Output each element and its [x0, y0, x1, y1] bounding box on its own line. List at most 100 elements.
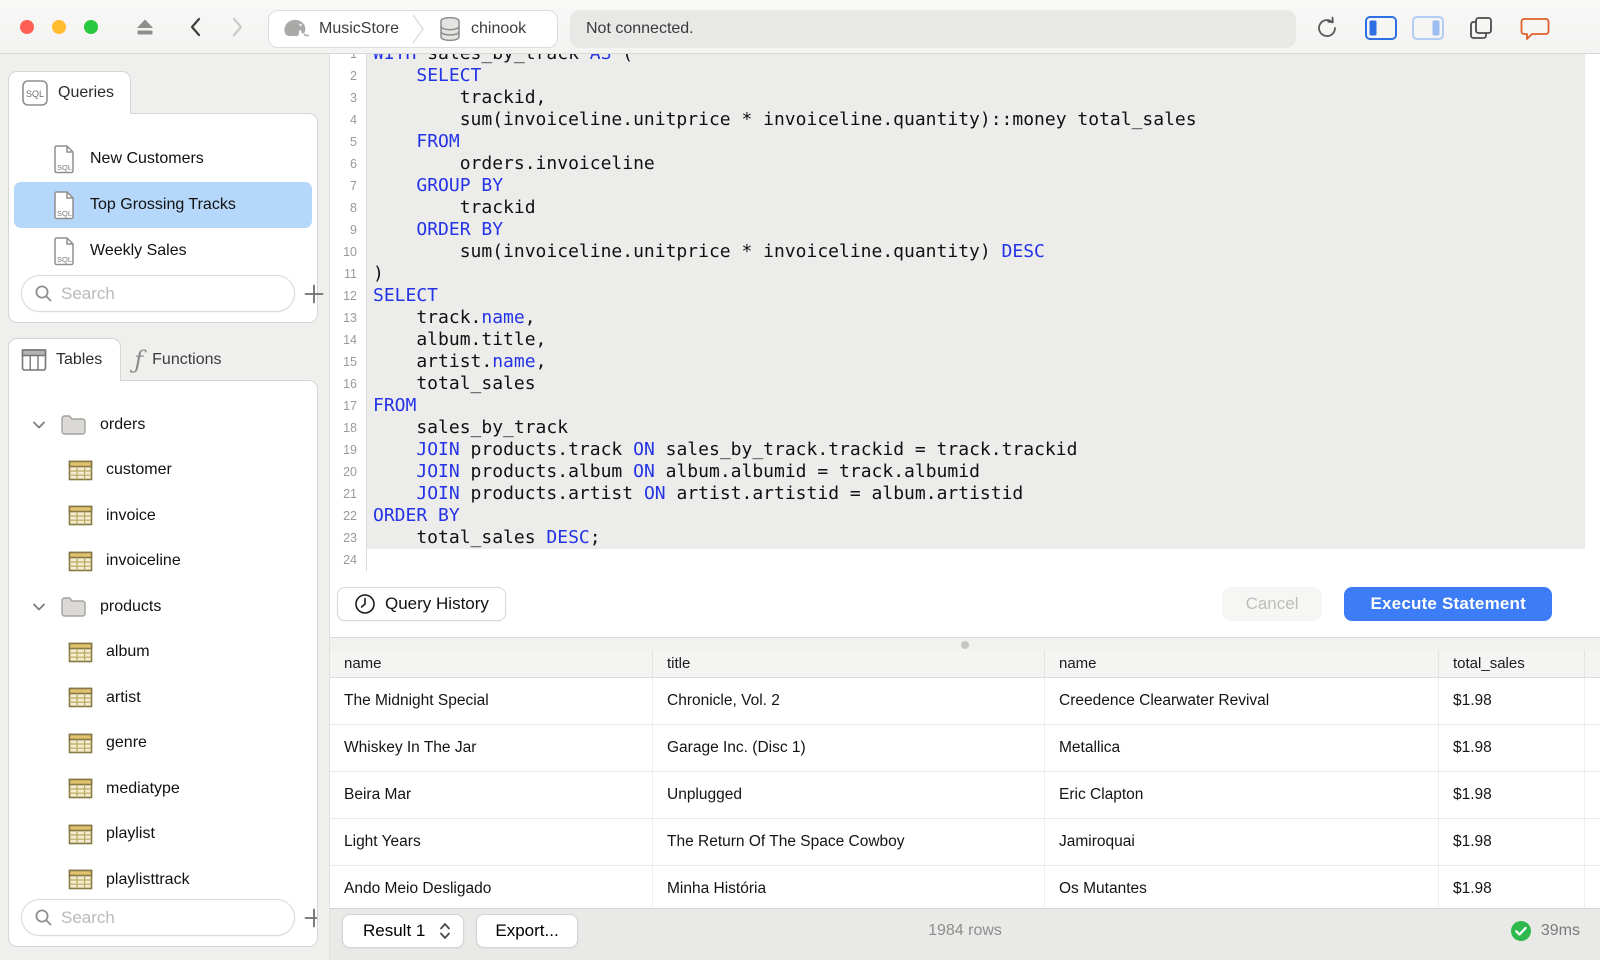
breadcrumb-database-label: chinook [471, 20, 527, 37]
tables-search-field[interactable] [21, 899, 295, 936]
code-line: 24 [330, 549, 1600, 571]
column-header[interactable]: name [330, 650, 653, 677]
table-cell[interactable]: Jamiroquai [1045, 819, 1439, 865]
table-cell[interactable]: Os Mutantes [1045, 866, 1439, 908]
table-cell[interactable]: $1.98 [1439, 772, 1585, 818]
execute-statement-button[interactable]: Execute Statement [1344, 587, 1552, 621]
column-header[interactable]: name [1045, 650, 1439, 677]
query-item[interactable]: SQL New Customers [14, 136, 312, 182]
table-cell[interactable]: Garage Inc. (Disc 1) [653, 725, 1045, 771]
tab-functions[interactable]: ƒ Functions [121, 338, 240, 381]
table-cell[interactable]: Beira Mar [330, 772, 653, 818]
table-icon [68, 733, 93, 754]
table-name: invoiceline [106, 552, 181, 570]
tree-folder[interactable]: products [9, 584, 317, 630]
table-cell[interactable]: Metallica [1045, 725, 1439, 771]
close-button[interactable] [20, 20, 34, 34]
line-number: 23 [343, 531, 357, 545]
column-header[interactable]: title [653, 650, 1045, 677]
code-line: 21 JOIN products.artist ON artist.artist… [330, 483, 1600, 505]
tree-table[interactable]: playlisttrack [9, 857, 317, 903]
table-cell[interactable]: $1.98 [1439, 866, 1585, 908]
table-cell[interactable]: Creedence Clearwater Revival [1045, 678, 1439, 724]
table-cell[interactable]: Chronicle, Vol. 2 [653, 678, 1045, 724]
tree-table[interactable]: mediatype [9, 766, 317, 812]
tree-table[interactable]: customer [9, 448, 317, 494]
tree-table[interactable]: album [9, 630, 317, 676]
pane-splitter[interactable] [330, 637, 1600, 650]
code-text: sales_by_track [366, 417, 1585, 439]
table-cell[interactable]: Eric Clapton [1045, 772, 1439, 818]
main-area: 1WITH sales_by_track AS (2 SELECT3 track… [330, 54, 1600, 960]
code-text [366, 549, 1585, 571]
code-line: 13 track.name, [330, 307, 1600, 329]
column-header[interactable]: total_sales [1439, 650, 1585, 677]
schema-panel: orders customer invoice invoiceline products… [8, 380, 318, 947]
table-cell[interactable]: $1.98 [1439, 819, 1585, 865]
breadcrumb-server[interactable]: MusicStore [269, 11, 411, 47]
add-query-button[interactable] [303, 283, 325, 305]
code-text: GROUP BY [366, 175, 1585, 197]
forward-button[interactable] [225, 15, 249, 39]
table-cell[interactable]: The Midnight Special [330, 678, 653, 724]
code-line: 19 JOIN products.track ON sales_by_track… [330, 439, 1600, 461]
tree-folder[interactable]: orders [9, 402, 317, 448]
table-cell[interactable]: The Return Of The Space Cowboy [653, 819, 1045, 865]
tree-table[interactable]: artist [9, 675, 317, 721]
toggle-left-sidebar-icon[interactable] [1365, 16, 1397, 40]
code-line: 4 sum(invoiceline.unitprice * invoicelin… [330, 109, 1600, 131]
add-table-button[interactable] [303, 907, 317, 929]
code-line: 2 SELECT [330, 65, 1600, 87]
tree-table[interactable]: playlist [9, 812, 317, 858]
table-cell[interactable]: Whiskey In The Jar [330, 725, 653, 771]
line-number: 17 [343, 399, 357, 413]
back-button[interactable] [184, 15, 208, 39]
chevron-down-icon[interactable] [31, 417, 47, 433]
code-line: 9 ORDER BY [330, 219, 1600, 241]
line-number: 8 [350, 201, 357, 215]
zoom-button[interactable] [84, 20, 98, 34]
search-icon [34, 284, 53, 303]
query-item[interactable]: SQL Top Grossing Tracks [14, 182, 312, 228]
table-cell[interactable]: Minha História [653, 866, 1045, 908]
table-icon [68, 460, 93, 481]
queries-search-input[interactable] [61, 283, 282, 304]
table-row: Beira Mar Unplugged Eric Clapton $1.98 [330, 772, 1600, 819]
tree-table[interactable]: invoiceline [9, 539, 317, 585]
code-line: 10 sum(invoiceline.unitprice * invoiceli… [330, 241, 1600, 263]
chevron-down-icon[interactable] [31, 599, 47, 615]
query-history-button[interactable]: Query History [337, 587, 506, 621]
cancel-button[interactable]: Cancel [1221, 587, 1323, 621]
table-row: Whiskey In The Jar Garage Inc. (Disc 1) Me… [330, 725, 1600, 772]
sql-editor[interactable]: 1WITH sales_by_track AS (2 SELECT3 track… [330, 54, 1600, 571]
line-number: 13 [343, 311, 357, 325]
search-icon [34, 908, 53, 927]
toggle-right-sidebar-icon[interactable] [1412, 16, 1444, 40]
postgres-elephant-icon [281, 15, 311, 43]
breadcrumb: MusicStore chinook [268, 10, 558, 48]
queries-search-field[interactable] [21, 275, 295, 312]
table-name: artist [106, 688, 141, 706]
tree-table[interactable]: invoice [9, 493, 317, 539]
refresh-icon[interactable] [1314, 15, 1340, 41]
svg-text:SQL: SQL [57, 163, 72, 172]
feedback-icon[interactable] [1520, 16, 1550, 42]
table-cell[interactable]: Light Years [330, 819, 653, 865]
tab-tables[interactable]: Tables [8, 338, 122, 381]
table-row: The Midnight Special Chronicle, Vol. 2 Cre… [330, 678, 1600, 725]
table-name: genre [106, 734, 147, 752]
line-number: 19 [343, 443, 357, 457]
windows-icon[interactable] [1468, 15, 1494, 41]
tab-queries[interactable]: SQL Queries [8, 71, 132, 114]
table-cell[interactable]: $1.98 [1439, 678, 1585, 724]
table-cell[interactable]: Ando Meio Desligado [330, 866, 653, 908]
breadcrumb-database[interactable]: chinook [425, 11, 538, 47]
query-item[interactable]: SQL Weekly Sales [14, 228, 312, 274]
tree-table[interactable]: genre [9, 721, 317, 767]
minimize-button[interactable] [52, 20, 66, 34]
table-cell[interactable]: Unplugged [653, 772, 1045, 818]
tables-search-input[interactable] [61, 907, 282, 928]
eject-icon[interactable] [133, 15, 157, 39]
table-cell[interactable]: $1.98 [1439, 725, 1585, 771]
code-line: 5 FROM [330, 131, 1600, 153]
